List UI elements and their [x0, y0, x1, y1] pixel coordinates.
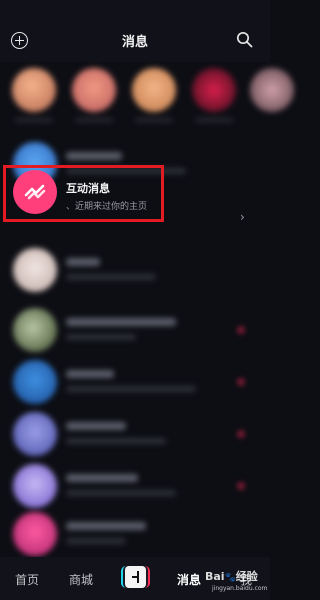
avatar	[13, 412, 57, 456]
story-avatar[interactable]	[12, 68, 56, 112]
conversation-row[interactable]	[0, 240, 270, 300]
conversation-preview	[66, 538, 126, 544]
unread-dot	[238, 379, 244, 385]
friend-stories-row	[0, 62, 294, 132]
search-icon[interactable]	[236, 31, 253, 48]
conversation-name	[66, 522, 146, 530]
conversation-preview	[66, 386, 196, 392]
story-caption	[75, 118, 113, 122]
story-avatar[interactable]	[132, 68, 176, 112]
conversation-name	[66, 258, 100, 266]
conversation-name	[66, 474, 138, 482]
paw-icon: 🐾	[224, 573, 236, 583]
conversation-name	[66, 422, 126, 430]
conversation-row[interactable]	[0, 404, 270, 464]
avatar	[13, 308, 57, 352]
conversation-preview	[66, 438, 166, 444]
conversation-preview	[66, 334, 136, 340]
story-caption	[195, 118, 233, 122]
highlight-box	[3, 165, 164, 222]
plus-icon	[125, 566, 146, 588]
top-bar: 消息	[0, 0, 270, 62]
page-title: 消息	[121, 35, 148, 50]
avatar	[13, 512, 57, 556]
story-caption	[15, 118, 53, 122]
conversation-name	[66, 318, 176, 326]
nav-home[interactable]: 首页	[15, 571, 39, 588]
conversation-name	[66, 370, 114, 378]
story-avatar[interactable]	[72, 68, 116, 112]
nav-mall[interactable]: 商城	[69, 571, 93, 588]
watermark-text-2: 经验	[235, 570, 258, 583]
unread-dot	[238, 483, 244, 489]
unread-dot	[238, 327, 244, 333]
watermark-url: jingyan.baidu.com	[212, 585, 268, 592]
watermark-text: Bai	[205, 570, 225, 583]
conversation-row[interactable]	[0, 300, 270, 360]
baidu-jingyan-watermark: Bai🐾经验	[205, 568, 258, 584]
conversation-name	[66, 152, 122, 160]
conversation-row[interactable]	[0, 352, 270, 412]
conversation-preview	[66, 274, 156, 280]
conversation-row[interactable]	[0, 504, 270, 564]
story-caption	[135, 118, 173, 122]
avatar	[13, 248, 57, 292]
publish-button[interactable]	[121, 566, 150, 588]
conversation-preview	[66, 490, 176, 496]
avatar	[13, 464, 57, 508]
chevron-right-icon[interactable]: ›	[240, 210, 245, 224]
story-avatar[interactable]	[192, 68, 236, 112]
story-avatar[interactable]	[250, 68, 294, 112]
avatar	[13, 360, 57, 404]
nav-messages[interactable]: 消息	[177, 571, 201, 588]
unread-dot	[238, 431, 244, 437]
